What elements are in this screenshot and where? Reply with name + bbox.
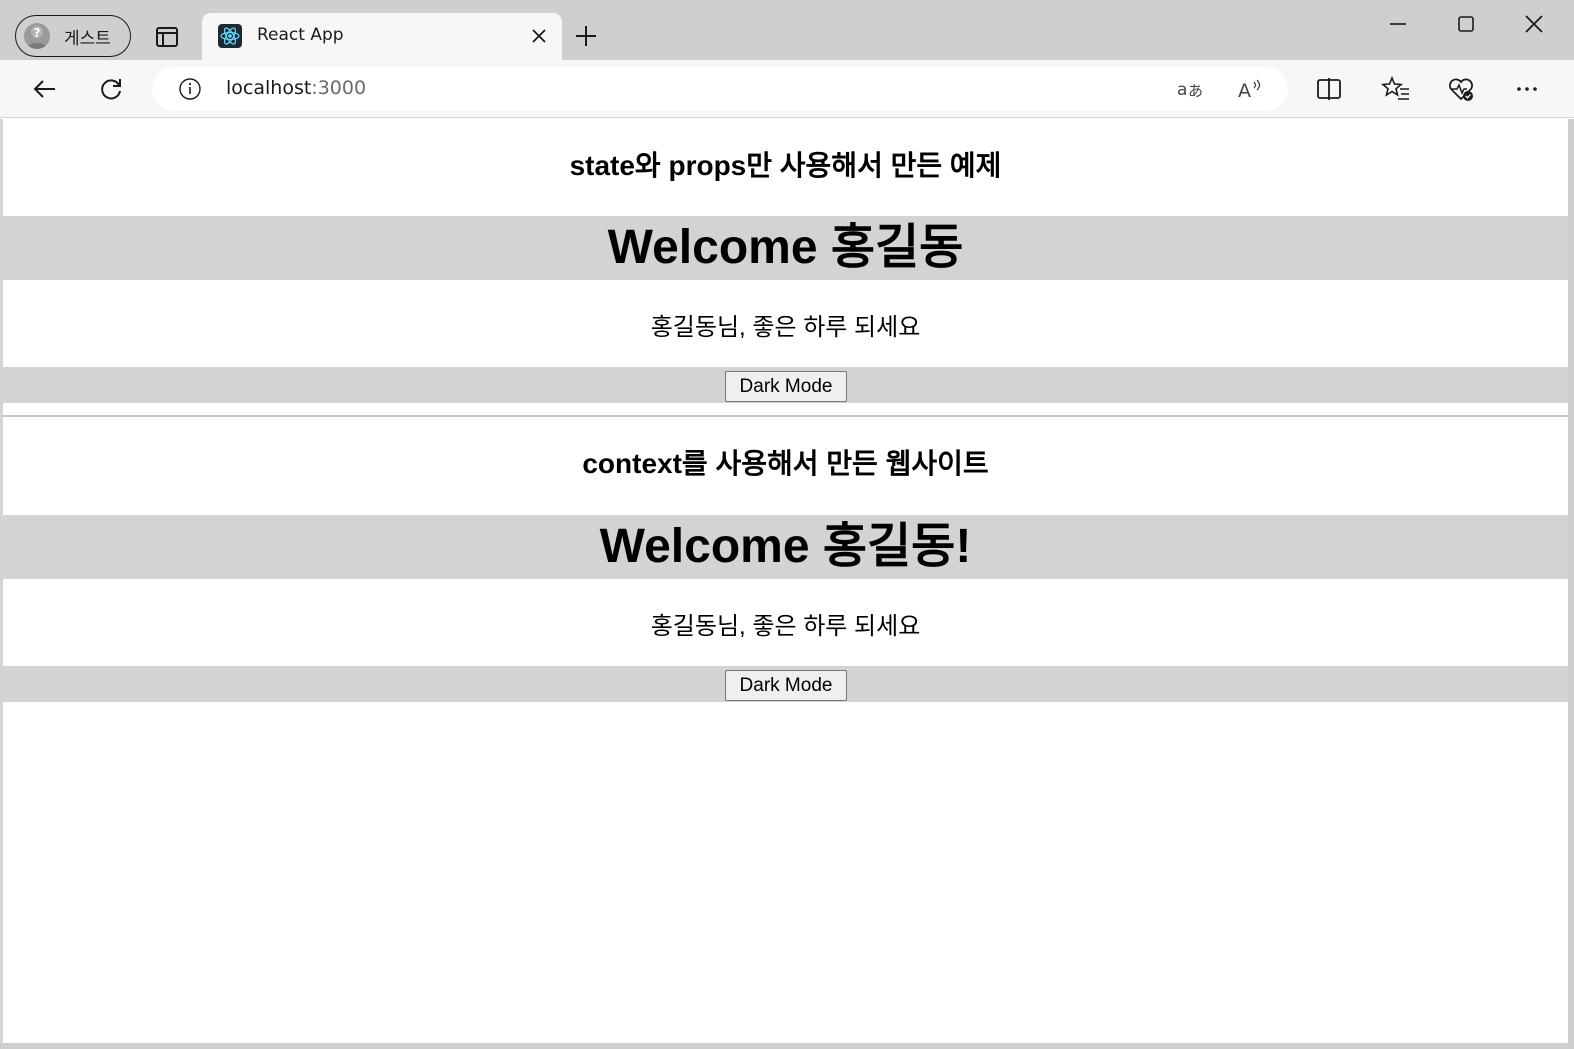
- info-icon[interactable]: [178, 77, 202, 101]
- profile-button[interactable]: ? 게스트: [15, 15, 131, 57]
- section-title: context를 사용해서 만든 웹사이트: [582, 448, 989, 479]
- refresh-icon[interactable]: [96, 74, 126, 104]
- maximize-icon[interactable]: [1452, 10, 1480, 38]
- read-aloud-icon[interactable]: A: [1236, 76, 1266, 102]
- minimize-icon[interactable]: [1384, 10, 1412, 38]
- back-icon[interactable]: [30, 74, 60, 104]
- profile-label: 게스트: [64, 28, 111, 49]
- url-port: :3000: [311, 77, 367, 99]
- address-bar[interactable]: localhost:3000 a あ A: [152, 67, 1288, 111]
- dark-mode-button[interactable]: Dark Mode: [725, 371, 847, 402]
- window-edge-bottom: [0, 1043, 1574, 1049]
- section-title: state와 props만 사용해서 만든 예제: [569, 150, 1002, 181]
- react-logo-icon: [218, 24, 242, 48]
- split-screen-icon[interactable]: [1314, 74, 1344, 104]
- svg-text:あ: あ: [1188, 82, 1203, 100]
- svg-text:a: a: [1177, 80, 1187, 100]
- divider: [3, 415, 1568, 417]
- page-viewport: state와 props만 사용해서 만든 예제 Welcome 홍길동 홍길동…: [3, 119, 1568, 1043]
- url-text[interactable]: localhost:3000: [226, 77, 366, 99]
- profile-icon: ?: [24, 23, 50, 49]
- plus-icon[interactable]: [572, 22, 600, 50]
- welcome-heading: Welcome 홍길동!: [3, 515, 1568, 579]
- close-icon[interactable]: [530, 27, 548, 45]
- window-edge-right: [1568, 119, 1574, 1049]
- tab-title: React App: [257, 25, 344, 45]
- button-bar: Dark Mode: [3, 666, 1568, 702]
- translate-icon[interactable]: a あ: [1176, 76, 1206, 102]
- title-bar: ? 게스트 React App: [0, 0, 1574, 61]
- tab-react-app[interactable]: React App: [202, 13, 562, 61]
- url-host: localhost: [226, 77, 312, 99]
- browser-toolbar: localhost:3000 a あ A: [0, 60, 1574, 118]
- browser-essentials-icon[interactable]: [1446, 74, 1476, 104]
- greeting-text: 홍길동님, 좋은 하루 되세요: [650, 314, 921, 341]
- button-bar: Dark Mode: [3, 367, 1568, 403]
- favorites-icon[interactable]: [1381, 74, 1411, 104]
- svg-text:?: ?: [34, 26, 41, 40]
- svg-text:A: A: [1238, 80, 1251, 102]
- greeting-text: 홍길동님, 좋은 하루 되세요: [650, 613, 921, 640]
- tab-actions-icon[interactable]: [152, 22, 182, 52]
- dark-mode-button[interactable]: Dark Mode: [725, 670, 847, 701]
- welcome-heading: Welcome 홍길동: [3, 216, 1568, 280]
- close-window-icon[interactable]: [1520, 10, 1548, 38]
- more-icon[interactable]: [1512, 74, 1542, 104]
